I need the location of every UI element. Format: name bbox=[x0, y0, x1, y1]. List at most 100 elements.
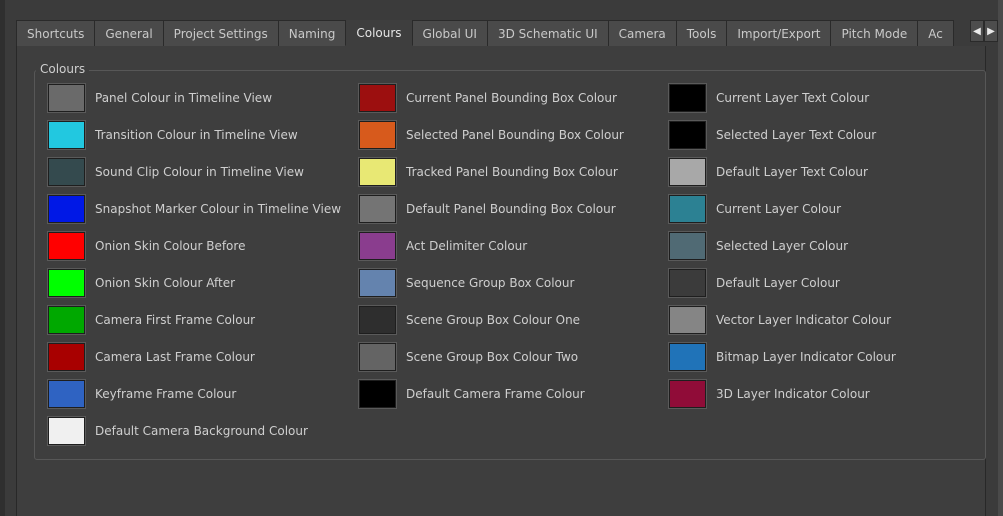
colour-setting-label: Current Layer Text Colour bbox=[716, 91, 870, 105]
colour-swatch-button[interactable] bbox=[358, 231, 397, 261]
colour-setting-row[interactable]: Bitmap Layer Indicator Colour bbox=[668, 342, 896, 380]
colour-setting-row[interactable]: Default Camera Background Colour bbox=[47, 416, 341, 454]
colour-swatch-button[interactable] bbox=[668, 379, 707, 409]
colour-swatch-button[interactable] bbox=[358, 157, 397, 187]
colour-swatch-button[interactable] bbox=[358, 379, 397, 409]
tab-tools[interactable]: Tools bbox=[675, 20, 728, 46]
colour-setting-row[interactable]: Camera First Frame Colour bbox=[47, 305, 341, 343]
colour-setting-label: Tracked Panel Bounding Box Colour bbox=[406, 165, 618, 179]
tab-ac[interactable]: Ac bbox=[917, 20, 954, 46]
colour-setting-label: Selected Panel Bounding Box Colour bbox=[406, 128, 624, 142]
colour-setting-label: Current Panel Bounding Box Colour bbox=[406, 91, 617, 105]
colour-setting-label: Act Delimiter Colour bbox=[406, 239, 528, 253]
colour-setting-row[interactable]: Current Layer Colour bbox=[668, 194, 896, 232]
colour-swatch-button[interactable] bbox=[668, 342, 707, 372]
colour-swatch-button[interactable] bbox=[47, 416, 86, 446]
colour-setting-row[interactable]: Current Panel Bounding Box Colour bbox=[358, 83, 624, 121]
colour-setting-label: 3D Layer Indicator Colour bbox=[716, 387, 870, 401]
tab-scroll-buttons: ◀ ▶ bbox=[970, 20, 998, 42]
window-frame-left bbox=[0, 0, 5, 516]
colour-column-1: Panel Colour in Timeline View Transition … bbox=[47, 83, 342, 454]
colour-setting-label: Default Panel Bounding Box Colour bbox=[406, 202, 616, 216]
tab-camera[interactable]: Camera bbox=[607, 20, 677, 46]
chevron-left-icon[interactable]: ◀ bbox=[970, 20, 984, 42]
colour-swatch-button[interactable] bbox=[668, 194, 707, 224]
colour-setting-label: Onion Skin Colour After bbox=[95, 276, 236, 290]
colour-swatch-button[interactable] bbox=[47, 83, 86, 113]
colour-swatch-button[interactable] bbox=[47, 231, 86, 261]
colour-setting-row[interactable]: Act Delimiter Colour bbox=[358, 231, 624, 269]
tab-shortcuts[interactable]: Shortcuts bbox=[16, 20, 96, 46]
colour-setting-row[interactable]: Selected Layer Colour bbox=[668, 231, 896, 269]
colour-swatch-button[interactable] bbox=[358, 83, 397, 113]
colour-setting-row[interactable]: Onion Skin Colour Before bbox=[47, 231, 341, 269]
colour-setting-row[interactable]: Default Camera Frame Colour bbox=[358, 379, 624, 417]
colour-setting-row[interactable]: Snapshot Marker Colour in Timeline View bbox=[47, 194, 342, 232]
chevron-right-icon[interactable]: ▶ bbox=[984, 20, 998, 42]
tab-colours[interactable]: Colours bbox=[345, 20, 413, 46]
colour-setting-row[interactable]: Panel Colour in Timeline View bbox=[47, 83, 341, 121]
colour-setting-row[interactable]: 3D Layer Indicator Colour bbox=[668, 379, 896, 417]
tab-naming[interactable]: Naming bbox=[277, 20, 347, 46]
colour-setting-label: Sequence Group Box Colour bbox=[406, 276, 575, 290]
tab-general[interactable]: General bbox=[94, 20, 164, 46]
colour-swatch-button[interactable] bbox=[358, 268, 397, 298]
tab-global-ui[interactable]: Global UI bbox=[411, 20, 488, 46]
colour-setting-label: Onion Skin Colour Before bbox=[95, 239, 246, 253]
colour-setting-row[interactable]: Default Layer Colour bbox=[668, 268, 896, 306]
colour-setting-row[interactable]: Onion Skin Colour After bbox=[47, 268, 341, 306]
colour-setting-label: Bitmap Layer Indicator Colour bbox=[716, 350, 896, 364]
colour-swatch-button[interactable] bbox=[668, 305, 707, 335]
colour-setting-row[interactable]: Scene Group Box Colour One bbox=[358, 305, 624, 343]
colour-setting-label: Camera Last Frame Colour bbox=[95, 350, 255, 364]
colour-swatch-button[interactable] bbox=[358, 120, 397, 150]
colour-setting-row[interactable]: Default Panel Bounding Box Colour bbox=[358, 194, 624, 232]
colour-setting-label: Keyframe Frame Colour bbox=[95, 387, 237, 401]
tab-import-export[interactable]: Import/Export bbox=[726, 20, 832, 46]
colour-setting-row[interactable]: Camera Last Frame Colour bbox=[47, 342, 341, 380]
colour-setting-row[interactable]: Default Layer Text Colour bbox=[668, 157, 896, 195]
tab-3d-schematic-ui[interactable]: 3D Schematic UI bbox=[486, 20, 609, 46]
colour-swatch-button[interactable] bbox=[47, 157, 86, 187]
colour-setting-label: Panel Colour in Timeline View bbox=[95, 91, 273, 105]
colour-setting-label: Selected Layer Colour bbox=[716, 239, 849, 253]
colour-swatch-button[interactable] bbox=[358, 194, 397, 224]
colour-setting-label: Camera First Frame Colour bbox=[95, 313, 256, 327]
colour-setting-row[interactable]: Transition Colour in Timeline View bbox=[47, 120, 341, 158]
colour-swatch-button[interactable] bbox=[668, 268, 707, 298]
colour-swatch-button[interactable] bbox=[47, 194, 86, 224]
colour-swatch-button[interactable] bbox=[358, 342, 397, 372]
colour-setting-label: Default Camera Frame Colour bbox=[406, 387, 585, 401]
colour-setting-row[interactable]: Selected Panel Bounding Box Colour bbox=[358, 120, 624, 158]
colour-setting-row[interactable]: Keyframe Frame Colour bbox=[47, 379, 341, 417]
colour-swatch-button[interactable] bbox=[668, 83, 707, 113]
colour-setting-label: Scene Group Box Colour One bbox=[406, 313, 581, 327]
colour-swatch-button[interactable] bbox=[47, 305, 86, 335]
colour-swatch-button[interactable] bbox=[47, 342, 86, 372]
group-title: Colours bbox=[36, 62, 90, 76]
window-frame-right bbox=[998, 0, 1003, 516]
colour-setting-row[interactable]: Sound Clip Colour in Timeline View bbox=[47, 157, 341, 195]
colour-setting-label: Default Layer Colour bbox=[716, 276, 840, 290]
colour-setting-row[interactable]: Tracked Panel Bounding Box Colour bbox=[358, 157, 624, 195]
tab-project-settings[interactable]: Project Settings bbox=[162, 20, 279, 46]
colour-setting-row[interactable]: Sequence Group Box Colour bbox=[358, 268, 624, 306]
colour-swatch-button[interactable] bbox=[668, 157, 707, 187]
colour-swatch-button[interactable] bbox=[668, 120, 707, 150]
colour-setting-label: Snapshot Marker Colour in Timeline View bbox=[95, 202, 342, 216]
colour-setting-label: Default Camera Background Colour bbox=[95, 424, 308, 438]
tab-pitch-mode[interactable]: Pitch Mode bbox=[830, 20, 919, 46]
colour-setting-row[interactable]: Scene Group Box Colour Two bbox=[358, 342, 624, 380]
colour-setting-label: Selected Layer Text Colour bbox=[716, 128, 877, 142]
colour-setting-label: Scene Group Box Colour Two bbox=[406, 350, 579, 364]
colour-swatch-button[interactable] bbox=[358, 305, 397, 335]
colour-setting-row[interactable]: Selected Layer Text Colour bbox=[668, 120, 896, 158]
colour-swatch-button[interactable] bbox=[47, 120, 86, 150]
colour-swatch-button[interactable] bbox=[47, 268, 86, 298]
colour-setting-label: Transition Colour in Timeline View bbox=[95, 128, 298, 142]
colour-setting-label: Current Layer Colour bbox=[716, 202, 842, 216]
colour-swatch-button[interactable] bbox=[668, 231, 707, 261]
colour-setting-row[interactable]: Current Layer Text Colour bbox=[668, 83, 896, 121]
colour-setting-row[interactable]: Vector Layer Indicator Colour bbox=[668, 305, 896, 343]
colour-swatch-button[interactable] bbox=[47, 379, 86, 409]
